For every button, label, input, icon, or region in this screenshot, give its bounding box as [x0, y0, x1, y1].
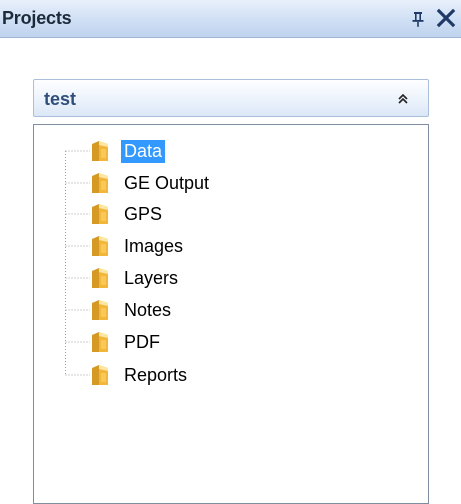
folder-icon: [90, 266, 112, 290]
tree-item-label: GE Output: [124, 172, 210, 193]
folder-icon: [90, 330, 112, 354]
panel-title: Projects: [2, 8, 72, 28]
tree-item-data[interactable]: Data: [90, 137, 166, 165]
tree-item-label: Reports: [124, 364, 188, 385]
project-name: test: [44, 89, 77, 109]
tree-item-images[interactable]: Images: [90, 232, 186, 260]
tree-item-gps[interactable]: GPS: [90, 200, 165, 228]
tree-item-pdf[interactable]: PDF: [90, 328, 163, 356]
tree-item-reports[interactable]: Reports: [90, 361, 190, 389]
tree-item-label: GPS: [124, 203, 163, 224]
tree-item-notes[interactable]: Notes: [90, 296, 174, 324]
double-chevron-up-icon[interactable]: [396, 92, 410, 106]
tree-item-label: Data: [121, 139, 166, 163]
tree-item-label: Notes: [124, 299, 172, 320]
project-group-header[interactable]: test: [33, 79, 429, 117]
tree-item-label: Layers: [124, 267, 179, 288]
folder-icon: [90, 298, 112, 322]
folder-icon: [90, 139, 112, 163]
tree-item-ge-output[interactable]: GE Output: [90, 169, 212, 197]
close-icon[interactable]: [435, 7, 457, 29]
tree-item-label: Images: [124, 235, 184, 256]
folder-icon: [90, 171, 112, 195]
folder-icon: [90, 363, 112, 387]
panel-header: Projects: [0, 0, 461, 38]
pin-icon[interactable]: [410, 10, 426, 28]
folder-icon: [90, 202, 112, 226]
tree-item-layers[interactable]: Layers: [90, 264, 181, 292]
tree-item-label: PDF: [124, 331, 160, 352]
folder-icon: [90, 234, 112, 258]
project-tree[interactable]: Data GE Output GPS Images Layers Notes P…: [33, 124, 429, 504]
